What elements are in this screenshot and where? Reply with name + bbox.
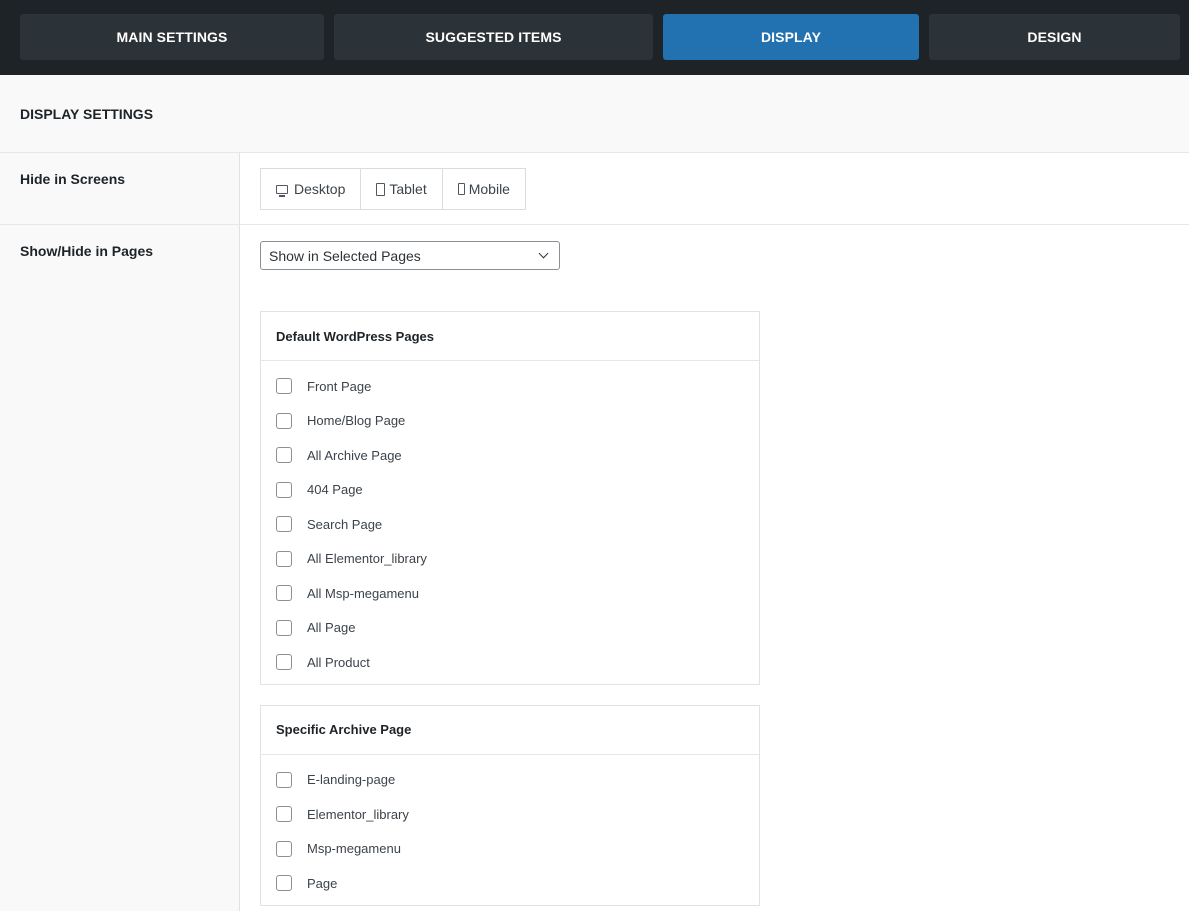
page-checkbox[interactable] [276,771,292,788]
page-checkbox-label: Home/Blog Page [307,413,406,429]
page-checkbox-label: All Product [307,654,370,670]
pages-visibility-select[interactable]: Show in Selected Pages [260,241,560,270]
show-hide-pages-row: Show/Hide in Pages Show in Selected Page… [0,225,1189,911]
show-hide-pages-label: Show/Hide in Pages [0,225,240,911]
archive-pages-list: E-landing-page Elementor_library Msp-megam… [261,755,759,905]
list-item: Msp-megamenu [276,832,744,867]
top-tab-bar: MAIN SETTINGS SUGGESTED ITEMS DISPLAY DE… [0,0,1189,75]
archive-pages-title: Specific Archive Page [261,706,759,755]
tab-display[interactable]: DISPLAY [663,14,919,60]
list-item: All Archive Page [276,438,744,473]
default-pages-list: Front Page Home/Blog Page All Archive Page… [261,361,759,684]
page-checkbox[interactable] [276,875,292,892]
page-checkbox-label: Page [307,875,338,891]
page-checkbox-label: Front Page [307,378,372,394]
list-item: All Product [276,645,744,680]
tablet-icon [376,182,386,196]
page-checkbox-label: Elementor_library [307,806,409,822]
list-item: Elementor_library [276,797,744,832]
list-item: All Msp-megamenu [276,576,744,611]
default-pages-box: Default WordPress Pages Front Page Home/B… [260,311,760,685]
desktop-label: Desktop [294,181,346,197]
page-checkbox[interactable] [276,378,292,395]
list-item: 404 Page [276,473,744,508]
list-item: Search Page [276,507,744,542]
page-checkbox-label: E-landing-page [307,772,396,788]
list-item: Home/Blog Page [276,404,744,439]
list-item: All Elementor_library [276,542,744,577]
mobile-toggle[interactable]: Mobile [443,169,525,209]
pages-visibility-value: Show in Selected Pages [269,247,421,264]
list-item: Front Page [276,369,744,404]
screen-toggle-group: Desktop Tablet Mobile [260,168,526,210]
page-checkbox[interactable] [276,806,292,823]
page-checkbox[interactable] [276,481,292,498]
page-checkbox-label: Msp-megamenu [307,841,401,857]
tab-suggested-items[interactable]: SUGGESTED ITEMS [334,14,653,60]
archive-pages-box: Specific Archive Page E-landing-page Elem… [260,704,760,906]
page-checkbox-label: Search Page [307,516,383,532]
list-item: All Page [276,611,744,646]
hide-in-screens-row: Hide in Screens Desktop Tablet Mobile [0,153,1189,225]
list-item: E-landing-page [276,763,744,798]
page-checkbox[interactable] [276,412,292,429]
default-pages-title: Default WordPress Pages [261,312,759,361]
page-checkbox-label: All Elementor_library [307,551,427,567]
page-checkbox-label: All Msp-megamenu [307,585,419,601]
tablet-label: Tablet [389,181,427,197]
page-checkbox[interactable] [276,654,292,671]
page-checkbox[interactable] [276,447,292,464]
desktop-icon [276,184,288,197]
page-checkbox[interactable] [276,516,292,533]
page-checkbox[interactable] [276,619,292,636]
hide-in-screens-label: Hide in Screens [0,153,240,224]
page-checkbox[interactable] [276,585,292,602]
tablet-toggle[interactable]: Tablet [361,169,443,209]
page-checkbox-label: All Archive Page [307,447,402,463]
page-checkbox[interactable] [276,840,292,857]
list-item: Page [276,866,744,901]
page-checkbox-label: All Page [307,620,356,636]
section-title: DISPLAY SETTINGS [0,75,1189,153]
page-checkbox[interactable] [276,550,292,567]
chevron-down-icon [538,248,549,259]
mobile-icon [457,183,465,195]
tab-design[interactable]: DESIGN [929,14,1180,60]
page-checkbox-label: 404 Page [307,482,363,498]
tab-main-settings[interactable]: MAIN SETTINGS [20,14,324,60]
desktop-toggle[interactable]: Desktop [261,169,362,209]
mobile-label: Mobile [468,181,510,197]
